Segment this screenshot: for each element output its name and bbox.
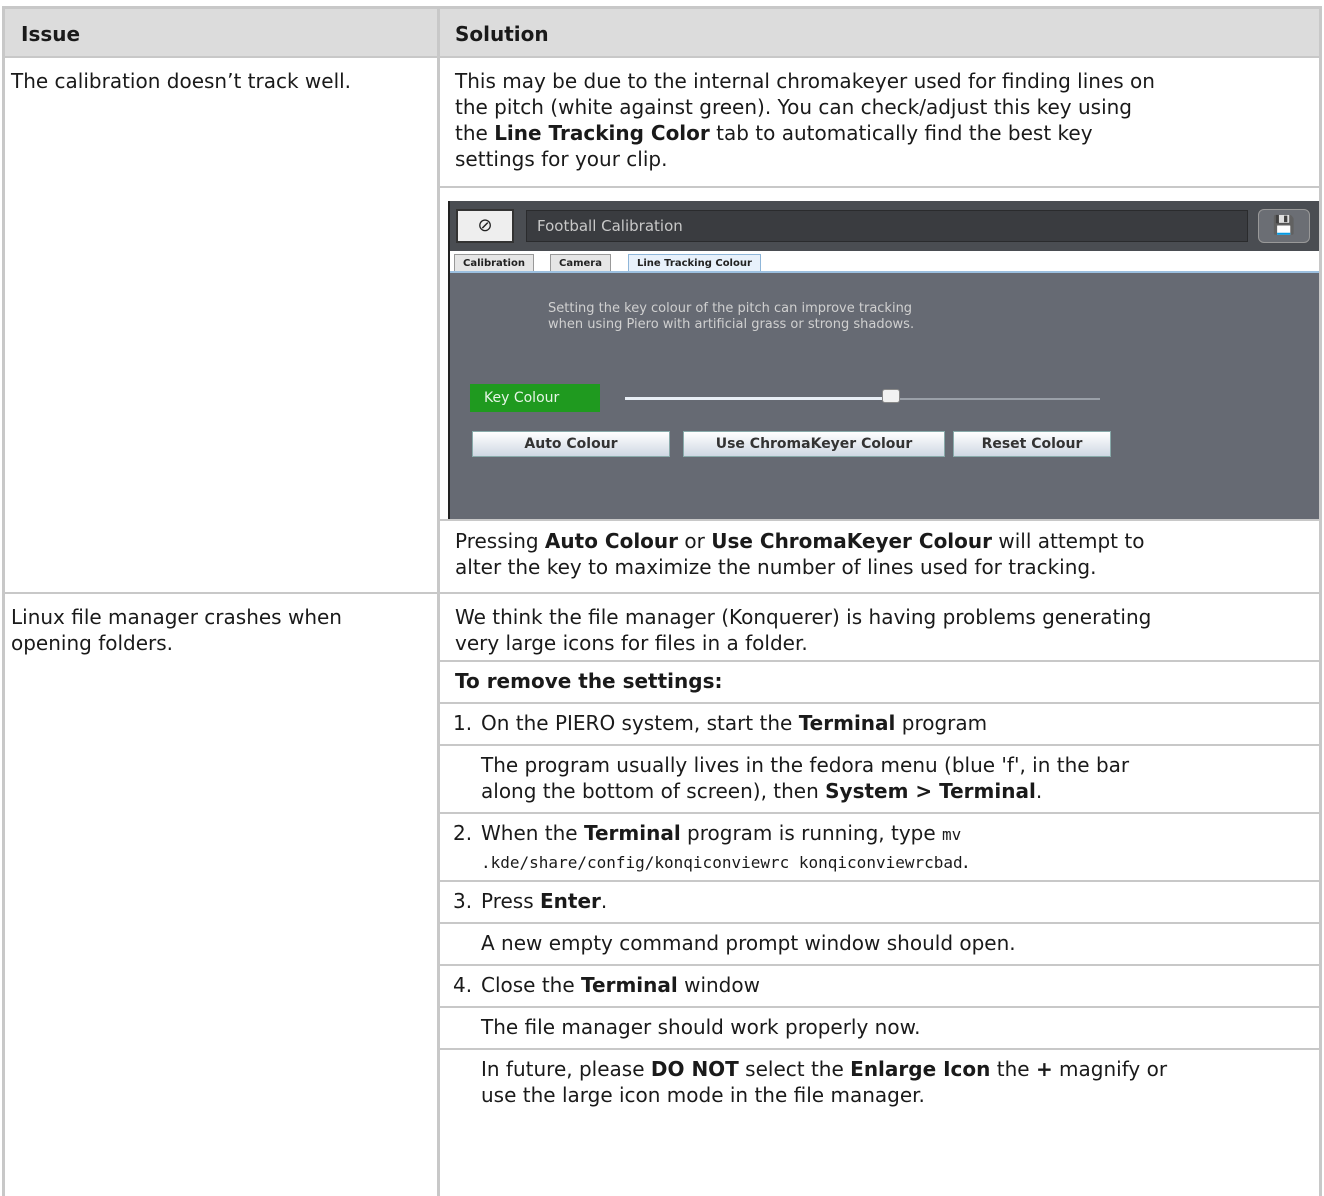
solution-paragraph: This may be due to the internal chromake…	[455, 68, 1155, 172]
row-divider	[5, 56, 1319, 58]
text-line: Setting the key colour of the pitch can …	[548, 301, 913, 316]
save-icon: 💾	[1258, 209, 1310, 243]
step-number: 4.	[453, 973, 473, 997]
text-line: settings for your clip.	[455, 147, 668, 171]
table-header: Issue Solution	[5, 6, 1319, 56]
text-line: Linux file manager crashes when	[11, 605, 342, 629]
bold-term: Terminal	[581, 973, 678, 997]
key-colour-slider-fill	[625, 397, 891, 400]
tab-camera: Camera	[550, 254, 611, 271]
bold-term: Terminal	[583, 821, 681, 845]
text-line: We think the file manager (Konquerer) is…	[455, 605, 1152, 629]
bold-term: Line Tracking Color	[494, 121, 710, 145]
bold-term: DO NOT	[650, 1057, 739, 1081]
text-line: In future, please DO NOT select the Enla…	[481, 1057, 1168, 1081]
header-issue: Issue	[21, 22, 81, 46]
cell-divider	[440, 880, 1319, 882]
step-4: Close the Terminal window	[481, 973, 760, 997]
bold-term: System > Terminal	[825, 779, 1036, 803]
solution-paragraph: Pressing Auto Colour or Use ChromaKeyer …	[455, 528, 1144, 580]
step-3-note: A new empty command prompt window should…	[481, 931, 1016, 955]
column-divider	[437, 6, 440, 1196]
step-number: 1.	[453, 711, 473, 735]
text-line: .kde/share/config/konqiconviewrc konqico…	[481, 849, 969, 873]
cell-divider	[440, 1006, 1319, 1008]
troubleshooting-table: Issue Solution The calibration doesn’t t…	[2, 6, 1322, 1196]
final-note: In future, please DO NOT select the Enla…	[481, 1056, 1167, 1108]
step-3: Press Enter.	[481, 889, 608, 913]
cell-divider	[440, 519, 1319, 521]
cell-divider	[440, 964, 1319, 966]
cell-divider	[440, 186, 1319, 188]
bold-term: +	[1035, 1057, 1053, 1081]
header-solution: Solution	[455, 22, 549, 46]
row-divider	[5, 592, 1319, 594]
calibration-title-field: Football Calibration	[526, 210, 1248, 242]
cell-divider	[440, 812, 1319, 814]
bold-term: Auto Colour	[544, 529, 679, 553]
step-2: When the Terminal program is running, ty…	[481, 820, 969, 876]
use-chromakeyer-colour-button: Use ChromaKeyer Colour	[683, 431, 945, 457]
text-line: along the bottom of screen), then System…	[481, 779, 1043, 803]
cell-divider	[440, 702, 1319, 704]
text-line: The program usually lives in the fedora …	[481, 753, 1130, 777]
step-4-note: The file manager should work properly no…	[481, 1015, 921, 1039]
text-line: when using Piero with artificial grass o…	[548, 317, 915, 332]
step-number: 3.	[453, 889, 473, 913]
code-text: mv	[942, 825, 962, 844]
calibration-screenshot: ⊘ Football Calibration 💾 Calibration Cam…	[448, 201, 1319, 519]
calibration-logo-icon: ⊘	[456, 209, 514, 243]
reset-colour-button: Reset Colour	[953, 431, 1111, 457]
cell-divider	[440, 922, 1319, 924]
text-line: use the large icon mode in the file mana…	[481, 1083, 925, 1107]
solution-paragraph: We think the file manager (Konquerer) is…	[455, 604, 1151, 656]
bold-term: Enter	[540, 889, 601, 913]
text-line: This may be due to the internal chromake…	[455, 69, 1155, 93]
tab-calibration: Calibration	[454, 254, 534, 271]
screenshot-titlebar: ⊘ Football Calibration 💾	[450, 201, 1319, 251]
step-number: 2.	[453, 821, 473, 845]
text-line: When the Terminal program is running, ty…	[481, 821, 962, 845]
cell-divider	[440, 744, 1319, 746]
screenshot-message: Setting the key colour of the pitch can …	[548, 301, 914, 333]
bold-term: Terminal	[798, 711, 896, 735]
step-1: On the PIERO system, start the Terminal …	[481, 711, 988, 735]
key-colour-slider-thumb	[882, 389, 900, 403]
auto-colour-button: Auto Colour	[472, 431, 670, 457]
issue-calibration: The calibration doesn’t track well.	[11, 69, 352, 93]
settings-heading: To remove the settings:	[455, 669, 723, 693]
text-line: very large icons for files in a folder.	[455, 631, 808, 655]
bold-term: Use ChromaKeyer Colour	[711, 529, 992, 553]
text-line: Pressing Auto Colour or Use ChromaKeyer …	[455, 529, 1145, 553]
screenshot-tabs: Calibration Camera Line Tracking Colour	[450, 251, 1319, 273]
key-colour-swatch: Key Colour	[470, 384, 600, 412]
issue-file-manager: Linux file manager crashes when opening …	[11, 604, 342, 656]
text-line: the Line Tracking Color tab to automatic…	[455, 121, 1093, 145]
text-line: the pitch (white against green). You can…	[455, 95, 1132, 119]
cell-divider	[440, 660, 1319, 662]
tab-line-tracking-colour: Line Tracking Colour	[628, 254, 761, 271]
bold-term: Enlarge Icon	[850, 1057, 991, 1081]
text-line: alter the key to maximize the number of …	[455, 555, 1097, 579]
text-line: opening folders.	[11, 631, 174, 655]
step-1-note: The program usually lives in the fedora …	[481, 752, 1129, 804]
code-text: .kde/share/config/konqiconviewrc konqico…	[481, 853, 963, 872]
cell-divider	[440, 1048, 1319, 1050]
